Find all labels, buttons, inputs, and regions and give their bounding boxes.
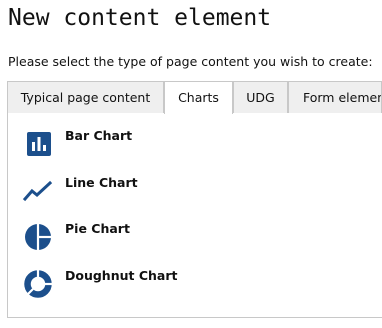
- instruction-text: Please select the type of page content y…: [8, 54, 373, 69]
- line-chart-label: Line Chart: [65, 175, 138, 190]
- pie-chart-icon: [25, 223, 52, 251]
- line-chart-icon: [22, 180, 53, 202]
- doughnut-chart-label: Doughnut Chart: [65, 268, 178, 283]
- pie-chart-option[interactable]: Pie Chart: [22, 220, 322, 256]
- content-type-tabs: Typical page content Charts UDG Form ele…: [7, 81, 382, 114]
- pie-chart-label: Pie Chart: [65, 221, 130, 236]
- doughnut-chart-icon: [24, 269, 53, 298]
- tab-udg[interactable]: UDG: [233, 81, 288, 113]
- bar-chart-label: Bar Chart: [65, 128, 133, 143]
- line-chart-option[interactable]: Line Chart: [22, 174, 322, 210]
- bar-chart-option[interactable]: Bar Chart: [22, 127, 322, 163]
- charts-tab-panel: Bar Chart Line Chart Pie Chart Doughnut …: [7, 113, 382, 318]
- doughnut-chart-option[interactable]: Doughnut Chart: [22, 267, 322, 303]
- tab-form-elements[interactable]: Form elements: [288, 81, 382, 113]
- page-title: New content element: [8, 5, 272, 31]
- tab-typical-page-content[interactable]: Typical page content: [7, 81, 164, 113]
- tab-charts[interactable]: Charts: [164, 81, 233, 114]
- bar-chart-icon: [27, 132, 51, 156]
